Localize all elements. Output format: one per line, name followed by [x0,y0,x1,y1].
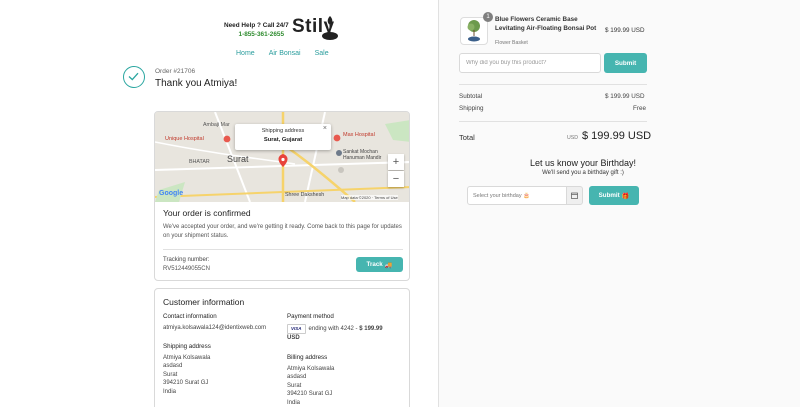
billing-line: 394210 Surat GJ [287,391,333,397]
shipping-value: Free [633,105,646,112]
track-button-label: Track [366,261,383,268]
map-label-ambaji: Ambaji Mar [203,122,230,128]
product-thumbnail [460,17,488,45]
shipping-address-block: Shipping address Atmiya Kolsawala asdasd… [163,343,281,396]
confirmation-section: Your order is confirmed We've accepted y… [155,202,409,247]
product-variant: Flower Basket [495,40,528,46]
thank-you-heading: Thank you Atmiya! [155,78,238,89]
birthday-subtitle: We'll send you a birthday gift :) [542,170,624,176]
map-footer[interactable]: Map data ©2020 · Terms of Use [341,195,398,200]
divider [459,121,647,122]
map-label-max-hospital: Max Hospital [343,132,375,138]
feedback-submit-button[interactable]: Submit [604,53,647,73]
truck-icon: 🚚 [384,261,393,269]
map-label-shree: Shree Dakshesh [285,192,325,198]
confirmation-body: We've accepted your order, and we're get… [163,224,402,239]
subtotal-value: $ 199.99 USD [605,93,645,100]
divider [163,249,403,250]
main-nav: Home Air Bonsai Sale [236,50,329,57]
order-summary-sidebar: 1 Blue Flowers Ceramic Base Levitating A… [438,0,800,407]
map-label-surat: Surat [227,154,249,164]
gift-icon: 🎁 [621,192,630,200]
subtotal-label: Subtotal [459,93,483,100]
help-phone[interactable]: 1-855-361-2655 [224,31,284,38]
zoom-in-button[interactable]: + [388,154,404,170]
birthday-submit-button[interactable]: Submit 🎁 [589,186,639,205]
shipping-line: India [163,388,177,395]
payment-amount: $ 199.99 [359,325,383,332]
contact-info-block: Contact information atmiya.kolsawala124@… [163,313,281,332]
billing-line: India [287,399,301,406]
zoom-out-button[interactable]: − [388,171,404,187]
feedback-input[interactable] [459,53,601,73]
shipping-line: Surat [163,371,178,378]
billing-address-block: Billing address Atmiya Kolsawala asdasd … [287,354,405,407]
shipping-address-label: Shipping address [163,343,211,350]
visa-icon: VISA [287,323,306,334]
total-currency: USD [567,135,578,141]
track-button[interactable]: Track 🚚 [356,257,403,272]
confirmation-title: Your order is confirmed [163,208,251,218]
map-popup: Shipping address Surat, Gujarat × [235,124,331,150]
map-label-unique-hospital: Unique Hospital [165,136,204,142]
birthday-heading: Let us know your Birthday! [529,158,637,168]
total-value: $ 199.99 USD [582,130,652,142]
customer-info-card: Customer information Contact information… [154,288,410,407]
tracking-number: RV512449055CN [163,266,210,272]
product-price: $ 199.99 USD [605,27,645,34]
order-confirmed-card: Ambaji Mar Unique Hospital Max Hospital … [154,111,410,281]
contact-label: Contact information [163,313,217,320]
bonsai-logo-icon [322,16,338,40]
calendar-icon[interactable] [566,186,583,205]
customer-info-title: Customer information [163,297,245,307]
shipping-line: 394210 Surat GJ [163,380,209,386]
check-circle-icon [123,66,145,88]
google-logo: Google [159,190,184,197]
billing-address-label: Billing address [287,354,328,361]
billing-line: Atmiya Kolsawala [287,365,335,372]
close-icon[interactable]: × [323,125,327,132]
divider [459,84,647,85]
order-status-main: Need Help ? Call 24/7 1-855-361-2655 Sti… [0,0,438,407]
billing-line: asdasd [287,374,307,380]
map-popup-title: Shipping address [261,128,305,134]
payment-text: ending with 4242 - [308,325,358,332]
shipping-label: Shipping [459,105,484,112]
shipping-line: Atmiya Kolsawala [163,354,211,361]
payment-label: Payment method [287,313,334,320]
birthday-submit-label: Submit [598,192,620,199]
birthday-input[interactable]: Select your birthday 🎂 [467,186,567,205]
nav-home[interactable]: Home [236,50,255,57]
contact-email: atmiya.kolsawala124@identixweb.com [163,324,267,331]
total-label: Total [459,133,475,142]
map-label-sankat: Sankat Mochan Hanuman Mandir [343,149,382,161]
quantity-badge: 1 [483,12,493,22]
product-name: Blue Flowers Ceramic Base Levitating Air… [495,16,597,32]
billing-line: Surat [287,382,302,389]
nav-air-bonsai[interactable]: Air Bonsai [269,50,301,57]
help-text: Need Help ? Call 24/7 [224,22,289,29]
payment-block: Payment method VISA ending with 4242 - $ … [287,313,405,343]
shipping-map[interactable]: Ambaji Mar Unique Hospital Max Hospital … [155,112,409,202]
help-block: Need Help ? Call 24/7 1-855-361-2655 [224,22,289,38]
map-label-bhatar: BHATAR [189,159,210,165]
map-popup-value: Surat, Gujarat [263,137,303,143]
tracking-label: Tracking number: [163,257,210,263]
order-number: Order #21706 [155,68,196,75]
payment-currency: USD [287,335,300,341]
shipping-line: asdasd [163,363,183,369]
nav-sale[interactable]: Sale [315,50,329,57]
